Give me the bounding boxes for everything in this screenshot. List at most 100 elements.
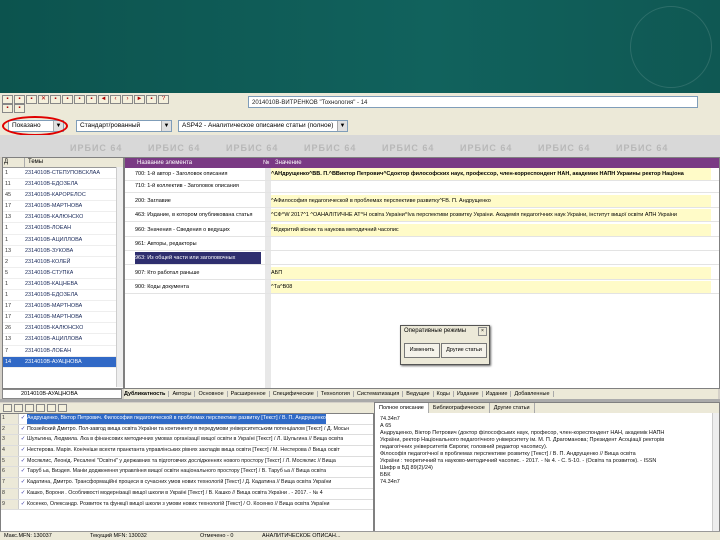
preview-scrollbar[interactable] [712,413,719,531]
table-row[interactable]: 4 ✓ Нестерова. Марія. Конічніше всехти пра… [1,446,373,457]
tab-extended[interactable]: Расширенное [230,391,270,397]
change-button[interactable]: Изменить [404,343,440,358]
last-icon[interactable]: ► [134,95,145,104]
list-item[interactable]: 1 2314010В-КАЦНЕВА [3,279,123,291]
col-value[interactable]: Значение [275,158,302,168]
other-articles-button[interactable]: Другие статьи [441,343,487,358]
list-item[interactable]: 17 2314010В-МАРТНОВА [3,312,123,324]
checkbox-icon[interactable]: ✓ [19,489,27,499]
export-icon[interactable] [47,404,56,412]
checkbox-icon[interactable]: ✓ [19,500,27,510]
tab-edition-2[interactable]: Издание [485,391,512,397]
tab-main[interactable]: Основное [198,391,228,397]
table-row[interactable]: 5 ✓ Мосяклис, Леонід. Ресалені "Освітні" у… [1,456,373,468]
tab-leading[interactable]: Ведущие [406,391,434,397]
dictionary-list[interactable]: Д Темы 1 2314010В-СТЕПУПОВСКЛАА 11 2314010… [2,157,124,389]
field-row-710[interactable]: 710: 1-й коллектив - Заголовок описания [125,180,719,193]
checkbox-icon[interactable]: ✓ [19,414,27,424]
table-row[interactable]: 8 ✓ Кашко, Ворони . Особливості модернізац… [1,488,373,500]
save-icon[interactable]: ▪ [26,95,37,104]
checkbox-icon[interactable]: ✓ [19,446,27,456]
table-row[interactable]: 7 ✓ Кадатина, Дмитро. Трансформаційні проц… [1,478,373,489]
open-icon[interactable]: ▪ [14,95,25,104]
help-icon[interactable]: ? [158,95,169,104]
tab-specific[interactable]: Специфические [272,391,318,397]
new-record-icon[interactable]: ▪ [2,95,13,104]
col-term-header[interactable]: Темы [25,158,43,167]
field-row-463[interactable]: 463: Издание, в котором опубликована ста… [125,209,719,222]
table-row[interactable]: 1 ✓ Андрущенко, Віктор Петрович. Философия… [1,414,373,425]
copy-icon[interactable]: ▪ [50,95,61,104]
list-item[interactable]: 13 2314010В-КАЛЮНСКО [3,212,123,224]
display-mode-combo[interactable]: Стандарт/рованный ▼ [76,120,172,132]
col-element-name[interactable]: Название элемента [137,158,192,168]
list-item[interactable]: 17 2314010В-МАРТНОВА [3,201,123,213]
col-count-header[interactable]: Д [3,158,25,167]
checkbox-icon[interactable]: ✓ [19,425,27,435]
search-icon[interactable]: ▪ [74,95,85,104]
filter-icon[interactable]: ▪ [86,95,97,104]
field-row-900[interactable]: 900: Коды документа ^Tа^В08 [125,281,719,294]
list-item[interactable]: 26 2314010В-КАЛЮНСКО [3,323,123,335]
list-item[interactable]: 13 2314010В-ЗУКОВА [3,246,123,257]
list-view-icon[interactable] [14,404,23,412]
print-icon[interactable]: ▪ [62,95,73,104]
table-row[interactable]: 3 ✓ Шульгина, Людмила. Лка в фінансових ме… [1,435,373,447]
list-item[interactable]: 45 2314010В-КАРОРЕЛОС [3,190,123,202]
tab-systematization[interactable]: Систематизация [356,391,404,397]
tab-edition[interactable]: Издание [456,391,483,397]
book-icon[interactable]: ▪ [14,104,25,113]
field-value[interactable]: ^AФилософия педагогической в проблемах п… [271,195,711,207]
list-item[interactable]: 11 2314010В-ЕДОЗЕЛА [3,179,123,191]
chevron-down-icon[interactable]: ▼ [161,121,171,131]
field-value[interactable]: ^CФ^W 2017^1 ^OАНАЛIТИЧНЕ АТ^H освiта Ук… [271,209,711,221]
delete-icon[interactable]: ✕ [38,95,49,104]
checkbox-icon[interactable]: ✓ [19,478,27,488]
list-item[interactable]: 17 2314010В-МАРТНОВА [3,301,123,313]
field-row-963[interactable]: 963: Из общей части или заголовочных [125,252,719,265]
print-icon[interactable] [36,404,45,412]
first-icon[interactable]: ◄ [98,95,109,104]
checkbox-icon[interactable]: ✓ [19,457,27,467]
field-row-907[interactable]: 907: Кто работал раньше АБП [125,267,719,280]
field-value[interactable]: ^АНдрущенко^ВВ. П.^ВВиктор Петрович^Сдок… [271,168,711,180]
list-item[interactable]: 1 2314010В-ЕДОЗЕЛА [3,290,123,302]
tab-other-articles[interactable]: Другие статьи [490,403,535,413]
field-row-961[interactable]: 961: Авторы, редакторы [125,238,719,251]
checkbox-icon[interactable]: ✓ [19,467,27,477]
field-row-960[interactable]: 960: Значения - Сведения о ведущих ^Вiдк… [125,224,719,237]
tab-full-description[interactable]: Полное описание [375,403,429,413]
list-item[interactable]: 1 2314010В-ЛОЕАН [3,223,123,235]
table-row[interactable]: 6 ✓ Таруб ьа, Виэдея. Маніи доджкнення упр… [1,467,373,479]
list-item[interactable]: 1 2314010В-АЦИЛЛОВА [3,235,123,246]
table-row[interactable]: 9 ✓ Косенко, Олександр. Розвиток та функці… [1,499,373,511]
field-row-200[interactable]: 200: Заглавие ^AФилософия педагогической… [125,195,719,208]
tab-bibliographic[interactable]: Библиографическое [429,403,490,413]
list-item[interactable]: 5 2314010В-СТУПКА [3,268,123,279]
list-item[interactable]: 2 2314010В-КОЛЕЙ [3,257,123,268]
list-item[interactable]: 7 2314010В-ЛОЕАН [3,346,123,357]
tab-codes[interactable]: Коды [436,391,454,397]
tab-added[interactable]: Добавленные [514,391,554,397]
database-title-field[interactable]: 2014010В-ВИТРЕНКОВ "Тохнология" - 14 [248,96,698,108]
settings-icon[interactable]: ▪ [146,95,157,104]
search-results-list[interactable]: 1 ✓ Андрущенко, Віктор Петрович. Философия… [0,413,374,533]
lock-icon[interactable]: ▪ [2,104,13,113]
col-num[interactable]: № [263,158,269,168]
grid-view-icon[interactable] [3,404,12,412]
field-value[interactable]: ^Вiдкритий вiсник та наукова методичний … [271,224,711,236]
list-scrollbar[interactable] [116,167,123,387]
tab-duplicates[interactable]: Дубликатность [124,391,170,397]
mark-icon[interactable] [25,404,34,412]
list-item[interactable]: 1 2314010В-СТЕПУПОВСКЛАА [3,168,123,180]
next-icon[interactable]: › [122,95,133,104]
tab-authors[interactable]: Авторы [172,391,196,397]
field-value[interactable]: АБП [271,267,711,279]
checkbox-icon[interactable]: ✓ [19,435,27,445]
table-row[interactable]: 2 ✓ Поэзейский Дмитро. Пол-завгод вища осв… [1,424,373,436]
field-value[interactable]: ^Tа^В08 [271,281,711,293]
close-icon[interactable]: × [478,327,487,336]
sort-icon[interactable] [58,404,67,412]
prev-icon[interactable]: ‹ [110,95,121,104]
list-item[interactable]: 13 2314010В-АЦИЛЛОВА [3,334,123,346]
